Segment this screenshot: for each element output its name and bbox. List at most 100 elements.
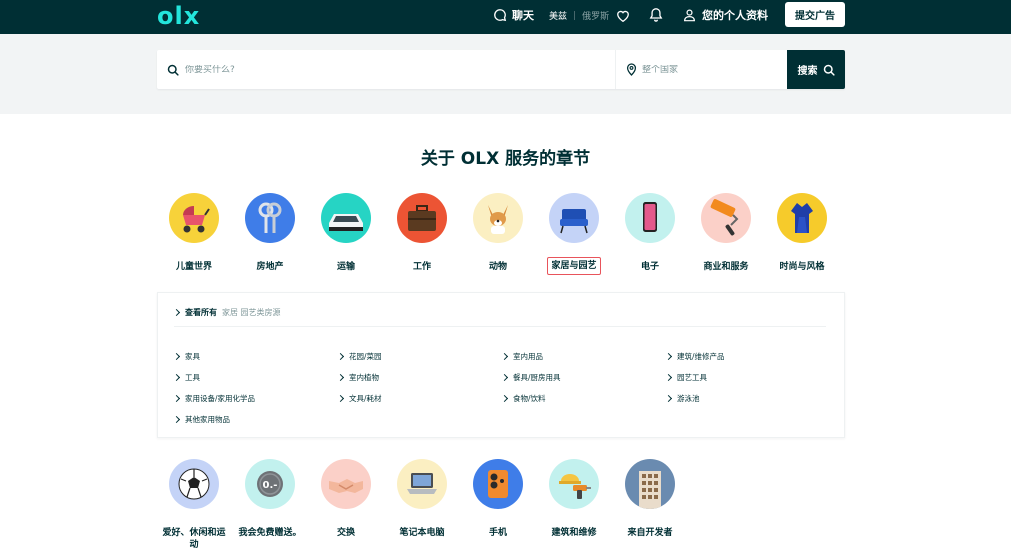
category-fashion[interactable]: 时尚与风格	[764, 193, 840, 275]
category-electronics[interactable]: 电子	[612, 193, 688, 275]
search-query-field[interactable]	[157, 50, 615, 89]
subcategory-label: 室内植物	[349, 373, 379, 382]
laptop-icon	[397, 459, 447, 509]
subcategory-label: 家用设备/家用化学品	[185, 394, 256, 403]
subcategory-link[interactable]: 餐具/厨房用具	[500, 372, 561, 383]
subcategory-link[interactable]: 建筑/维修产品	[664, 351, 725, 362]
stroller-icon	[169, 193, 219, 243]
subcategory-label: 餐具/厨房用具	[513, 373, 561, 382]
search-form: 搜索	[157, 50, 845, 89]
category-construction-repair[interactable]: 建筑和维修	[536, 459, 612, 541]
subcategory-link[interactable]: 工具	[172, 372, 200, 383]
category-animals[interactable]: 动物	[460, 193, 536, 275]
notifications-button[interactable]	[649, 7, 663, 26]
subcategory-label: 室内用品	[513, 352, 543, 361]
category-label: 建筑和维修	[551, 528, 597, 538]
subcategory-link[interactable]: 家用设备/家用化学品	[172, 393, 256, 404]
bell-icon	[649, 8, 663, 22]
location-field[interactable]	[615, 50, 787, 89]
view-all-link[interactable]: 查看所有 家居 园艺类房源	[172, 307, 281, 318]
category-free[interactable]: 0.- 我会免费赠送。	[232, 459, 308, 541]
chevron-right-icon	[172, 373, 181, 382]
subcategory-link[interactable]: 园艺工具	[664, 372, 707, 383]
subcategory-label: 文具/耗材	[349, 394, 382, 403]
user-icon	[684, 9, 695, 22]
armchair-icon	[549, 193, 599, 243]
olx-logo[interactable]: olx	[157, 2, 200, 30]
free-coin-icon: 0.-	[245, 459, 295, 509]
subcategory-panel: 查看所有 家居 园艺类房源 家具 工具 家用设备/家用化学品 其他家用物品 花园…	[157, 292, 845, 438]
chevron-right-icon	[172, 308, 181, 317]
language-switcher: 美兹 | 俄罗斯	[549, 9, 609, 23]
view-all-label: 查看所有	[185, 308, 217, 317]
chevron-right-icon	[500, 352, 509, 361]
language-separator: |	[573, 10, 577, 21]
category-home-garden[interactable]: 家居与园艺	[536, 193, 612, 275]
subcategory-link[interactable]: 食物/饮料	[500, 393, 546, 404]
chevron-right-icon	[336, 352, 345, 361]
subcategory-label: 建筑/维修产品	[677, 352, 725, 361]
language-option-russian[interactable]: 俄罗斯	[582, 9, 609, 22]
search-section: 搜索	[0, 34, 1011, 114]
chevron-right-icon	[172, 352, 181, 361]
subcategory-link[interactable]: 室内植物	[336, 372, 379, 383]
category-business-services[interactable]: 商业和服务	[688, 193, 764, 275]
category-label: 我会免费赠送。	[238, 528, 302, 538]
chat-label: 聊天	[512, 9, 534, 22]
category-kids[interactable]: 儿童世界	[156, 193, 232, 275]
chevron-right-icon	[500, 373, 509, 382]
profile-link[interactable]: 您的个人资料	[683, 7, 768, 23]
subcategory-link[interactable]: 室内用品	[500, 351, 543, 362]
chevron-right-icon	[172, 394, 181, 403]
chevron-right-icon	[336, 373, 345, 382]
category-hobby[interactable]: 爱好、休闲和运动	[156, 459, 232, 553]
category-label: 电子	[640, 262, 659, 272]
category-label: 手机	[488, 528, 507, 538]
subcategory-link[interactable]: 文具/耗材	[336, 393, 382, 404]
category-label: 商业和服务	[703, 262, 749, 272]
category-real-estate[interactable]: 房地产	[232, 193, 308, 275]
search-button-label: 搜索	[797, 66, 818, 77]
location-pin-icon	[626, 63, 637, 76]
favorites-button[interactable]	[616, 8, 630, 27]
category-label: 来自开发者	[627, 528, 673, 538]
category-laptops[interactable]: 笔记本电脑	[384, 459, 460, 541]
category-exchange[interactable]: 交换	[308, 459, 384, 541]
chevron-right-icon	[664, 373, 673, 382]
category-jobs[interactable]: 工作	[384, 193, 460, 275]
search-button[interactable]: 搜索	[787, 50, 845, 89]
search-input[interactable]	[185, 64, 565, 75]
profile-label: 您的个人资料	[702, 9, 768, 22]
svg-text:0.-: 0.-	[263, 480, 278, 491]
location-input[interactable]	[642, 64, 772, 75]
section-title: 关于 OLX 服务的章节	[420, 149, 591, 169]
category-from-developers[interactable]: 来自开发者	[612, 459, 688, 541]
subcategory-link[interactable]: 家具	[172, 351, 200, 362]
subcategory-label: 花园/菜园	[349, 352, 382, 361]
paint-roller-icon	[701, 193, 751, 243]
category-label: 动物	[488, 262, 507, 272]
subcategory-link[interactable]: 花园/菜园	[336, 351, 382, 362]
search-icon	[167, 64, 179, 76]
dog-icon	[473, 193, 523, 243]
subcategory-link[interactable]: 游泳池	[664, 393, 700, 404]
category-label: 运输	[336, 262, 355, 272]
category-mobile-phones[interactable]: 手机	[460, 459, 536, 541]
post-ad-button[interactable]: 提交广告	[785, 2, 845, 27]
subcategory-label: 食物/饮料	[513, 394, 546, 403]
language-option-active[interactable]: 美兹	[549, 9, 567, 22]
category-label: 房地产	[256, 262, 284, 272]
subcategory-link[interactable]: 其他家用物品	[172, 414, 230, 425]
category-transport[interactable]: 运输	[308, 193, 384, 275]
chat-link[interactable]: 聊天	[493, 7, 534, 23]
view-all-sublabel: 家居 园艺类房源	[222, 308, 281, 317]
chevron-right-icon	[664, 352, 673, 361]
car-icon	[321, 193, 371, 243]
subcategory-label: 游泳池	[677, 394, 700, 403]
keys-icon	[245, 193, 295, 243]
chevron-right-icon	[336, 394, 345, 403]
chevron-right-icon	[664, 394, 673, 403]
mobile-phone-icon	[473, 459, 523, 509]
category-label: 儿童世界	[175, 262, 212, 272]
drill-icon	[549, 459, 599, 509]
